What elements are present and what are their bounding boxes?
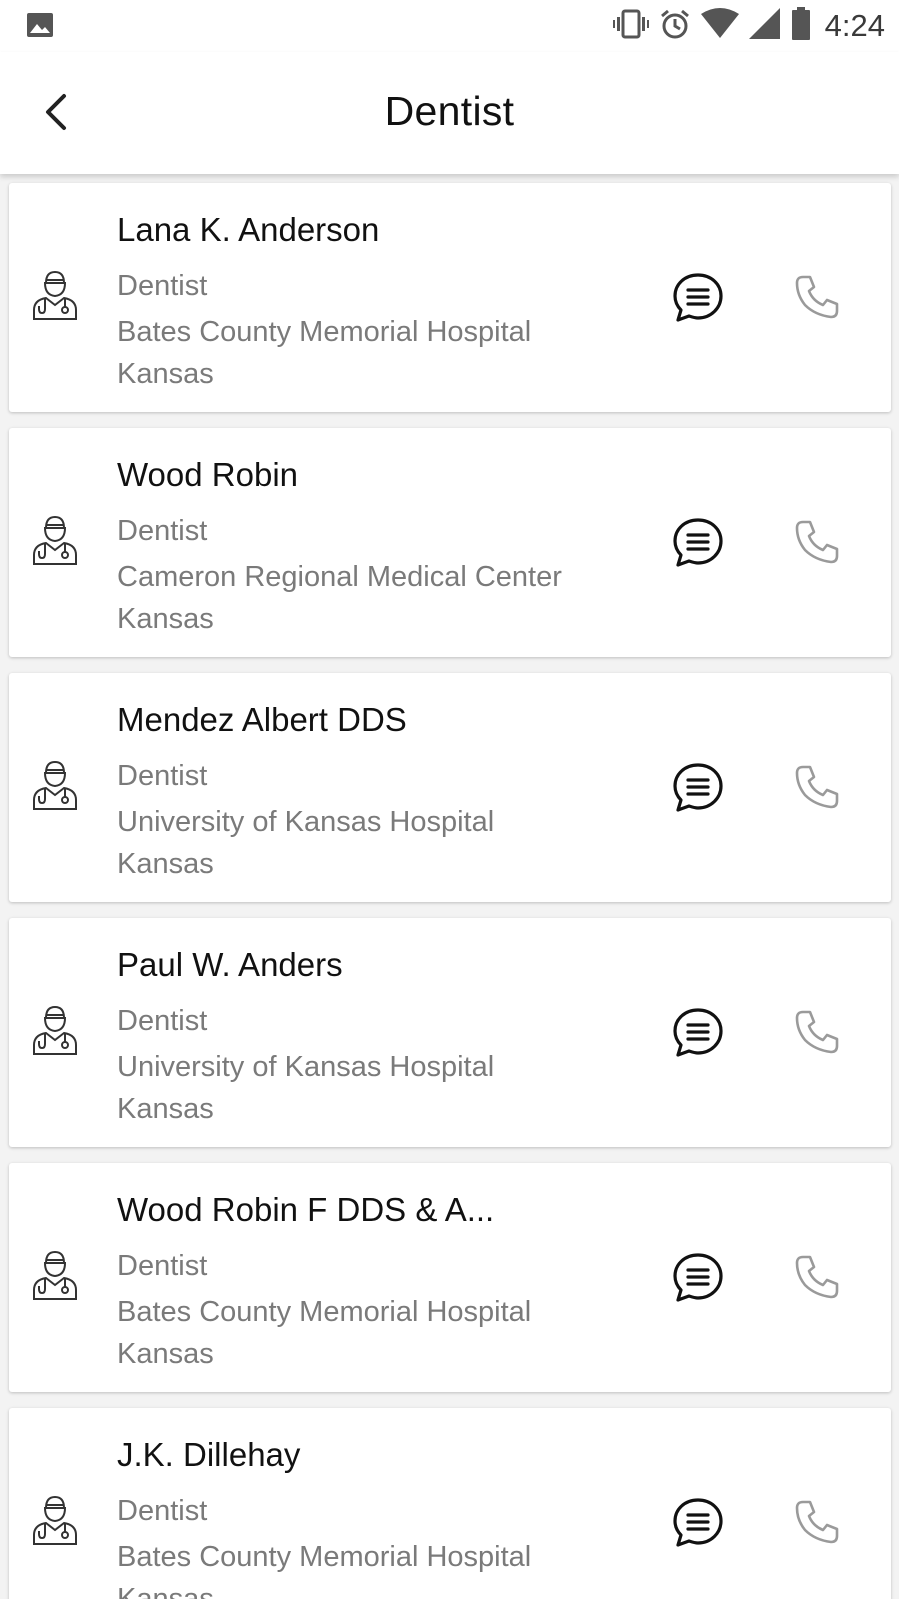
dentist-name: Lana K. Anderson	[117, 211, 380, 248]
dentist-hospital: Bates County Memorial Hospital	[117, 1296, 532, 1328]
dentist-specialty: Dentist	[117, 1250, 208, 1282]
dentist-name: Paul W. Anders	[117, 946, 343, 983]
status-bar: 4:24	[0, 0, 899, 52]
dentist-card[interactable]: Lana K. Anderson Dentist Bates County Me…	[9, 183, 891, 412]
dentist-card[interactable]: Paul W. Anders Dentist University of Kan…	[9, 918, 891, 1147]
dentist-hospital: University of Kansas Hospital	[117, 806, 495, 838]
dentist-name: Mendez Albert DDS	[117, 701, 407, 738]
dentist-card[interactable]: Mendez Albert DDS Dentist University of …	[9, 673, 891, 902]
doctor-avatar-icon	[31, 514, 79, 566]
wifi-icon	[700, 7, 739, 45]
dentist-card[interactable]: Wood Robin F DDS & A... Dentist Bates Co…	[9, 1163, 891, 1392]
status-time: 4:24	[824, 8, 885, 43]
image-icon	[26, 12, 54, 43]
alarm-icon	[659, 8, 691, 45]
dentist-hospital: Bates County Memorial Hospital	[117, 1541, 532, 1573]
dentist-specialty: Dentist	[117, 760, 208, 792]
doctor-avatar-icon	[31, 1004, 79, 1056]
dentist-name: J.K. Dillehay	[117, 1436, 301, 1473]
phone-icon[interactable]	[793, 763, 841, 811]
dentist-specialty: Dentist	[117, 1005, 208, 1037]
page-title: Dentist	[384, 88, 515, 134]
phone-icon[interactable]	[793, 273, 841, 321]
dentist-hospital: Cameron Regional Medical Center	[117, 561, 562, 593]
dentist-state: Kansas	[117, 358, 214, 390]
signal-icon	[748, 7, 781, 45]
message-icon[interactable]	[671, 1496, 725, 1550]
dentist-state: Kansas	[117, 1338, 214, 1370]
message-icon[interactable]	[671, 1006, 725, 1060]
phone-icon[interactable]	[793, 1008, 841, 1056]
message-icon[interactable]	[671, 1251, 725, 1305]
dentist-hospital: Bates County Memorial Hospital	[117, 316, 532, 348]
doctor-avatar-icon	[31, 759, 79, 811]
dentist-name: Wood Robin	[117, 456, 299, 493]
message-icon[interactable]	[671, 271, 725, 325]
dentist-hospital: University of Kansas Hospital	[117, 1051, 495, 1083]
dentist-specialty: Dentist	[117, 515, 208, 547]
dentist-state: Kansas	[117, 603, 214, 635]
phone-icon[interactable]	[793, 518, 841, 566]
doctor-avatar-icon	[31, 1249, 79, 1301]
phone-icon[interactable]	[793, 1253, 841, 1301]
dentist-name: Wood Robin F DDS & A...	[117, 1191, 495, 1228]
app-bar: Dentist	[0, 52, 899, 174]
phone-icon[interactable]	[793, 1498, 841, 1546]
dentist-state: Kansas	[117, 1093, 214, 1125]
dentist-specialty: Dentist	[117, 1495, 208, 1527]
dentist-specialty: Dentist	[117, 270, 208, 302]
vibrate-icon	[612, 8, 649, 45]
dentist-state: Kansas	[117, 848, 214, 880]
battery-icon	[791, 6, 811, 46]
message-icon[interactable]	[671, 761, 725, 815]
dentist-list[interactable]: Lana K. Anderson Dentist Bates County Me…	[0, 174, 899, 1599]
doctor-avatar-icon	[31, 269, 79, 321]
doctor-avatar-icon	[31, 1494, 79, 1546]
dentist-card[interactable]: J.K. Dillehay Dentist Bates County Memor…	[9, 1408, 891, 1599]
message-icon[interactable]	[671, 516, 725, 570]
dentist-state: Kansas	[117, 1583, 214, 1599]
dentist-card[interactable]: Wood Robin Dentist Cameron Regional Medi…	[9, 428, 891, 657]
